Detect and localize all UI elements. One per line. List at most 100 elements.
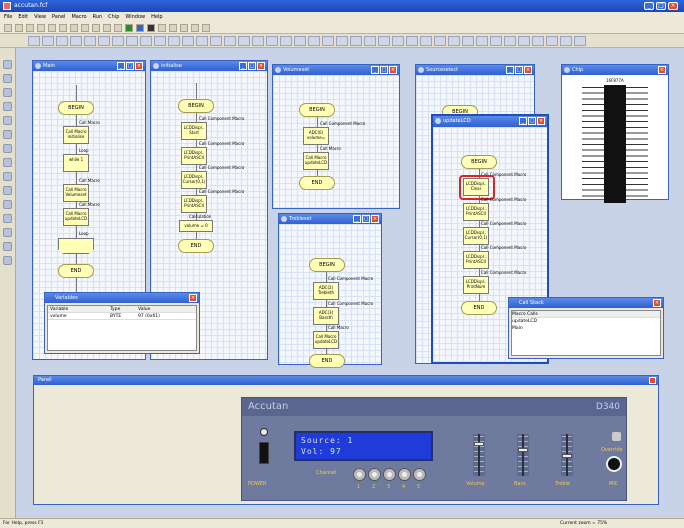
macro-icon[interactable] bbox=[3, 144, 12, 153]
power-switch[interactable] bbox=[259, 442, 269, 464]
component-icon[interactable] bbox=[308, 35, 320, 46]
component-icon[interactable] bbox=[154, 35, 166, 46]
component-icon[interactable] bbox=[504, 35, 516, 46]
close-icon[interactable]: × bbox=[389, 66, 397, 74]
component-icon[interactable] bbox=[574, 35, 586, 46]
channel-3-button[interactable] bbox=[383, 468, 396, 481]
zoom-out-icon[interactable] bbox=[202, 23, 210, 32]
close-icon[interactable]: × bbox=[371, 215, 379, 223]
minimize-icon[interactable]: _ bbox=[239, 62, 247, 70]
zoom-in-icon[interactable] bbox=[191, 23, 199, 32]
component-icon[interactable] bbox=[140, 35, 152, 46]
component-macro-block[interactable]: ADC(2) Trebleth bbox=[313, 282, 339, 300]
call-macro-block[interactable]: Call Macro Volumeset bbox=[63, 184, 89, 202]
channel-1-button[interactable] bbox=[353, 468, 366, 481]
component-icon[interactable] bbox=[448, 35, 460, 46]
chip-window[interactable]: Chip × 16F877A bbox=[561, 64, 669, 203]
bass-fader[interactable] bbox=[517, 434, 529, 476]
fader-handle[interactable] bbox=[474, 442, 484, 446]
treble-fader[interactable] bbox=[561, 434, 573, 476]
connection-icon[interactable] bbox=[3, 116, 12, 125]
new-file-icon[interactable] bbox=[4, 23, 12, 32]
component-icon[interactable] bbox=[294, 35, 306, 46]
variables-window[interactable]: Variables × Variable Type Value volume B… bbox=[44, 292, 200, 354]
bracket-icon[interactable] bbox=[3, 256, 12, 265]
close-icon[interactable] bbox=[649, 377, 656, 384]
list-item[interactable]: updateLCD bbox=[512, 318, 660, 325]
call-macro-block[interactable]: Call Macro updateLCD bbox=[303, 152, 329, 170]
while-loop-block[interactable]: while 1 bbox=[63, 154, 89, 172]
component-icon[interactable] bbox=[126, 35, 138, 46]
close-icon[interactable]: × bbox=[658, 66, 666, 74]
calculation-block[interactable]: volume = 0 bbox=[179, 220, 213, 232]
component-macro-icon[interactable] bbox=[3, 158, 12, 167]
flowchart-canvas[interactable]: BEGIN Call Component Macro ADC(2) Treble… bbox=[279, 224, 381, 368]
menu-file[interactable]: File bbox=[4, 12, 12, 22]
component-macro-block[interactable]: LCDDispl.. PrintNum bbox=[463, 276, 489, 294]
component-icon[interactable] bbox=[238, 35, 250, 46]
component-icon[interactable] bbox=[98, 35, 110, 46]
pause-icon[interactable] bbox=[136, 23, 144, 32]
component-macro-block[interactable]: LCDDispl.. PrintASCII bbox=[181, 147, 207, 165]
panel-window[interactable]: Panel Accutan D340 POWER Source: 1 Vol: … bbox=[33, 375, 659, 505]
maximize-icon[interactable]: □ bbox=[248, 62, 256, 70]
maximize-icon[interactable]: □ bbox=[528, 117, 536, 125]
compile-icon[interactable] bbox=[103, 23, 111, 32]
menu-edit[interactable]: Edit bbox=[18, 12, 28, 22]
menu-window[interactable]: Window bbox=[125, 12, 145, 22]
begin-block[interactable]: BEGIN bbox=[461, 155, 497, 169]
channel-2-button[interactable] bbox=[368, 468, 381, 481]
component-icon[interactable] bbox=[420, 35, 432, 46]
decision-icon[interactable] bbox=[3, 102, 12, 111]
component-icon[interactable] bbox=[42, 35, 54, 46]
close-button[interactable]: × bbox=[668, 2, 678, 10]
component-icon[interactable] bbox=[266, 35, 278, 46]
fader-handle[interactable] bbox=[562, 454, 572, 458]
component-icon[interactable] bbox=[434, 35, 446, 46]
channel-4-button[interactable] bbox=[398, 468, 411, 481]
close-icon[interactable]: × bbox=[537, 117, 545, 125]
call-stack-window[interactable]: Call Stack × Macro Calls updateLCD Main bbox=[508, 297, 664, 359]
component-macro-block[interactable]: LCDDispl.. PrintASCII bbox=[463, 251, 489, 269]
maximize-button[interactable]: □ bbox=[656, 2, 666, 10]
volume-fader[interactable] bbox=[473, 434, 485, 476]
menu-help[interactable]: Help bbox=[151, 12, 162, 22]
component-icon[interactable] bbox=[490, 35, 502, 46]
stop-icon[interactable] bbox=[147, 23, 155, 32]
component-icon[interactable] bbox=[560, 35, 572, 46]
input-icon[interactable] bbox=[3, 60, 12, 69]
component-macro-block[interactable]: LCDDispl.. Cursor(0,1) bbox=[181, 171, 207, 189]
component-icon[interactable] bbox=[280, 35, 292, 46]
menu-run[interactable]: Run bbox=[93, 12, 103, 22]
channel-5-button[interactable] bbox=[413, 468, 426, 481]
component-icon[interactable] bbox=[252, 35, 264, 46]
maximize-icon[interactable]: □ bbox=[380, 66, 388, 74]
minimize-icon[interactable]: _ bbox=[519, 117, 527, 125]
component-icon[interactable] bbox=[364, 35, 376, 46]
component-icon[interactable] bbox=[84, 35, 96, 46]
close-icon[interactable]: × bbox=[135, 62, 143, 70]
chip-icon[interactable] bbox=[180, 23, 188, 32]
loop-icon[interactable] bbox=[3, 172, 12, 181]
trebleset-window[interactable]: Trebleset _ □ × BEGIN Call Component Macro… bbox=[278, 213, 382, 368]
maximize-icon[interactable]: □ bbox=[515, 66, 523, 74]
menu-view[interactable]: View bbox=[34, 12, 46, 22]
component-icon[interactable] bbox=[518, 35, 530, 46]
component-icon[interactable] bbox=[336, 35, 348, 46]
component-macro-block[interactable]: LCDDispl.. Start bbox=[181, 122, 207, 140]
calculation-icon[interactable] bbox=[3, 130, 12, 139]
component-icon[interactable] bbox=[322, 35, 334, 46]
close-icon[interactable]: × bbox=[524, 66, 532, 74]
step-into-icon[interactable] bbox=[158, 23, 166, 32]
flowchart-canvas[interactable]: BEGIN Call Component Macro ADC(0) volume… bbox=[273, 75, 399, 208]
delay-icon[interactable] bbox=[3, 88, 12, 97]
maximize-icon[interactable]: □ bbox=[126, 62, 134, 70]
redo-icon[interactable] bbox=[92, 23, 100, 32]
point-icon[interactable] bbox=[3, 242, 12, 251]
close-icon[interactable]: × bbox=[189, 294, 197, 302]
call-macro-block[interactable]: Call Macro initialise bbox=[63, 126, 89, 144]
maximize-icon[interactable]: □ bbox=[362, 215, 370, 223]
close-icon[interactable]: × bbox=[653, 299, 661, 307]
component-macro-block[interactable]: LCDDispl.. Cursor(0,1) bbox=[463, 227, 489, 245]
fader-handle[interactable] bbox=[518, 448, 528, 452]
